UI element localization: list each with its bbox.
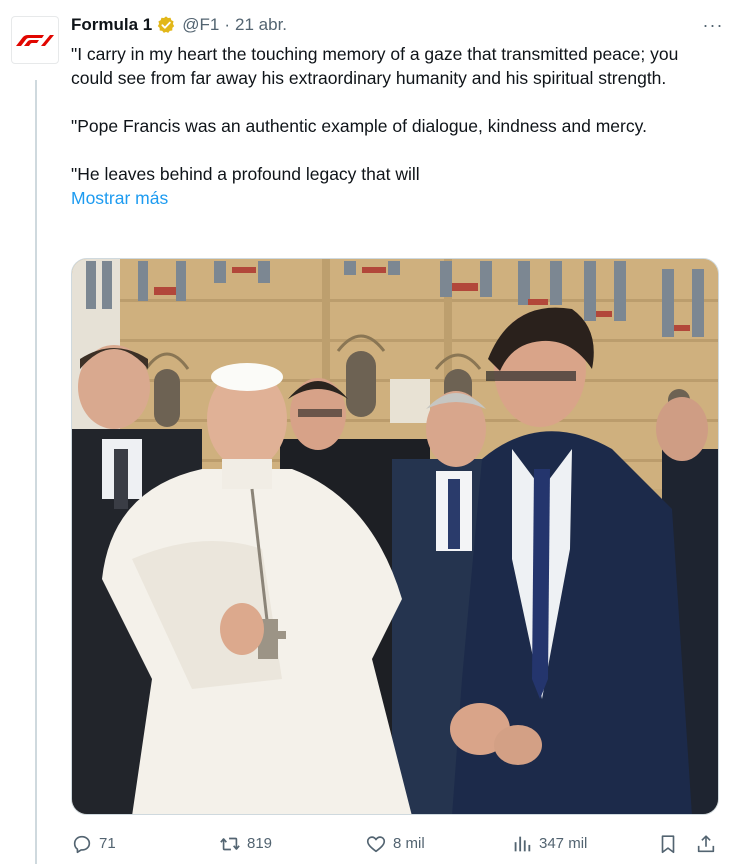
bookmark-button[interactable] bbox=[657, 828, 685, 860]
avatar[interactable] bbox=[11, 16, 59, 64]
repost-count: 819 bbox=[247, 835, 273, 852]
reply-count: 71 bbox=[99, 835, 116, 852]
more-options-button[interactable]: ··· bbox=[699, 12, 727, 38]
tweet-header: Formula 1 @F1 · 21 abr. ··· bbox=[71, 12, 722, 38]
thread-line bbox=[35, 80, 37, 864]
repost-button[interactable]: 819 bbox=[219, 828, 272, 860]
verified-badge-icon bbox=[158, 16, 175, 33]
share-icon bbox=[697, 835, 715, 853]
share-button[interactable] bbox=[695, 828, 723, 860]
repost-icon bbox=[220, 837, 240, 851]
heart-icon bbox=[366, 836, 386, 853]
tweet-paragraph: "He leaves behind a profound legacy that… bbox=[71, 164, 420, 184]
more-icon: ··· bbox=[702, 14, 724, 35]
tweet-paragraph: "I carry in my heart the touching memory… bbox=[71, 44, 679, 88]
views-icon bbox=[514, 836, 531, 852]
tweet-photo[interactable] bbox=[71, 258, 719, 815]
tweet-actions: 71 819 8 mil 347 mil bbox=[71, 828, 719, 860]
tweet-timestamp[interactable]: 21 abr. bbox=[235, 15, 287, 35]
like-button[interactable]: 8 mil bbox=[365, 828, 425, 860]
author-handle[interactable]: @F1 bbox=[182, 15, 219, 35]
reply-button[interactable]: 71 bbox=[71, 828, 116, 860]
like-count: 8 mil bbox=[393, 835, 425, 852]
f1-logo-icon bbox=[16, 35, 54, 46]
reply-icon bbox=[73, 835, 91, 854]
photo-illustration bbox=[72, 259, 718, 814]
tweet-text: "I carry in my heart the touching memory… bbox=[71, 42, 719, 186]
header-separator: · bbox=[224, 15, 231, 34]
views-button[interactable]: 347 mil bbox=[511, 828, 587, 860]
views-count: 347 mil bbox=[539, 835, 588, 852]
tweet-content: Formula 1 @F1 · 21 abr. ··· "I carry in … bbox=[71, 12, 722, 210]
tweet-paragraph: "Pope Francis was an authentic example o… bbox=[71, 116, 647, 136]
author-name[interactable]: Formula 1 bbox=[71, 15, 152, 35]
bookmark-icon bbox=[661, 835, 675, 854]
show-more-link[interactable]: Mostrar más bbox=[71, 186, 168, 210]
tweet[interactable]: Formula 1 @F1 · 21 abr. ··· "I carry in … bbox=[0, 0, 747, 864]
